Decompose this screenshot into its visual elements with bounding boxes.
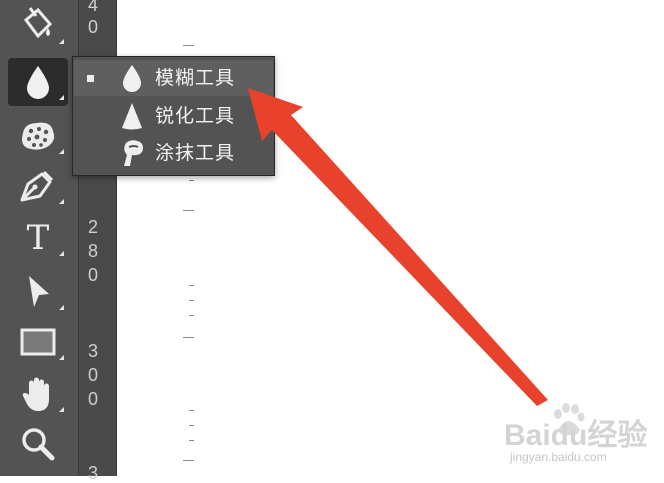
watermark-url: jingyan.baidu.com: [510, 450, 607, 464]
baidu-watermark: Baidu经验 jingyan.baidu.com: [504, 402, 654, 472]
watermark-text: Baidu经验: [504, 419, 648, 452]
